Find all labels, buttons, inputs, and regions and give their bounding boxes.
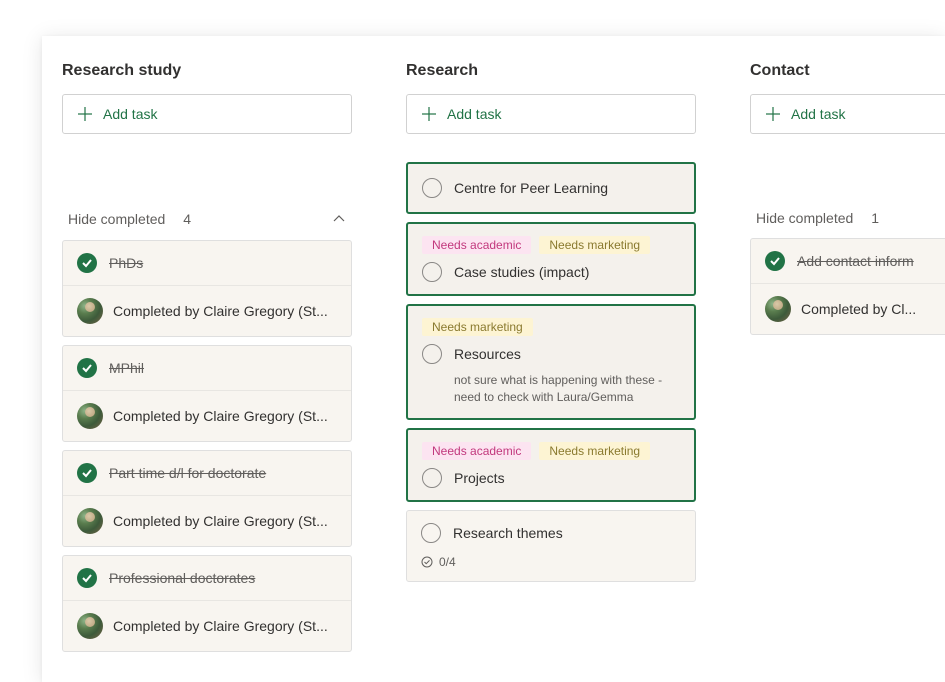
task-title: Centre for Peer Learning xyxy=(454,180,608,196)
completed-by-text: Completed by Claire Gregory (St... xyxy=(113,618,328,634)
checkmark-done-icon[interactable] xyxy=(77,253,97,273)
task-card[interactable]: Research themes 0/4 xyxy=(406,510,696,582)
checkmark-done-icon[interactable] xyxy=(765,251,785,271)
checklist-count: 0/4 xyxy=(439,555,456,569)
plus-icon xyxy=(765,106,781,122)
task-notes: not sure what is happening with these - … xyxy=(422,372,680,406)
column-research-study: Research study Add task Hide completed 4 xyxy=(42,36,386,682)
hide-completed-count: 4 xyxy=(183,211,191,227)
avatar xyxy=(77,613,103,639)
task-card[interactable]: Needs academic Needs marketing Projects xyxy=(406,428,696,502)
checkmark-done-icon[interactable] xyxy=(77,358,97,378)
task-title: Case studies (impact) xyxy=(454,264,589,280)
completed-by-text: Completed by Claire Gregory (St... xyxy=(113,408,328,424)
task-title: Professional doctorates xyxy=(109,570,255,586)
task-card[interactable]: Add contact inform Completed by Cl... xyxy=(750,238,945,335)
hide-completed-count: 1 xyxy=(871,210,879,226)
column-title[interactable]: Research study xyxy=(62,56,366,94)
label-tag[interactable]: Needs marketing xyxy=(539,236,650,254)
task-title: Projects xyxy=(454,470,505,486)
chevron-up-icon xyxy=(330,210,348,228)
hide-completed-label: Hide completed xyxy=(756,210,853,226)
add-task-label: Add task xyxy=(447,106,501,122)
checkmark-done-icon[interactable] xyxy=(77,463,97,483)
avatar xyxy=(77,403,103,429)
task-card[interactable]: Professional doctorates Completed by Cla… xyxy=(62,555,352,652)
completed-by-text: Completed by Claire Gregory (St... xyxy=(113,513,328,529)
completed-by-text: Completed by Cl... xyxy=(801,301,916,317)
column-title[interactable]: Contact xyxy=(750,56,945,94)
column-title[interactable]: Research xyxy=(406,56,710,94)
checkbox-empty-icon[interactable] xyxy=(422,344,442,364)
add-task-button[interactable]: Add task xyxy=(406,94,696,134)
checkbox-empty-icon[interactable] xyxy=(421,523,441,543)
avatar xyxy=(77,508,103,534)
plus-icon xyxy=(421,106,437,122)
task-card[interactable]: Centre for Peer Learning xyxy=(406,162,696,214)
task-title: PhDs xyxy=(109,255,143,271)
task-title: Resources xyxy=(454,346,521,362)
task-card[interactable]: PhDs Completed by Claire Gregory (St... xyxy=(62,240,352,337)
checklist-progress: 0/4 xyxy=(407,555,695,581)
label-tag[interactable]: Needs marketing xyxy=(422,318,533,336)
column-contact: Contact Add task Hide completed 1 xyxy=(730,36,945,682)
completed-by-text: Completed by Claire Gregory (St... xyxy=(113,303,328,319)
task-card[interactable]: Part time d/l for doctorate Completed by… xyxy=(62,450,352,547)
hide-completed-label: Hide completed xyxy=(68,211,165,227)
label-tag[interactable]: Needs academic xyxy=(422,236,531,254)
checkbox-empty-icon[interactable] xyxy=(422,468,442,488)
add-task-button[interactable]: Add task xyxy=(62,94,352,134)
task-title: Part time d/l for doctorate xyxy=(109,465,266,481)
add-task-label: Add task xyxy=(791,106,845,122)
task-title: Add contact inform xyxy=(797,253,914,269)
task-title: Research themes xyxy=(453,525,563,541)
label-tag[interactable]: Needs academic xyxy=(422,442,531,460)
task-title: MPhil xyxy=(109,360,144,376)
avatar xyxy=(765,296,791,322)
task-card[interactable]: Needs academic Needs marketing Case stud… xyxy=(406,222,696,296)
plus-icon xyxy=(77,106,93,122)
hide-completed-toggle[interactable]: Hide completed 4 xyxy=(62,184,352,240)
planner-board: Research study Add task Hide completed 4 xyxy=(42,36,945,682)
label-tag[interactable]: Needs marketing xyxy=(539,442,650,460)
task-card[interactable]: Needs marketing Resources not sure what … xyxy=(406,304,696,420)
add-task-label: Add task xyxy=(103,106,157,122)
avatar xyxy=(77,298,103,324)
add-task-button[interactable]: Add task xyxy=(750,94,945,134)
task-card[interactable]: MPhil Completed by Claire Gregory (St... xyxy=(62,345,352,442)
checkbox-empty-icon[interactable] xyxy=(422,262,442,282)
checkbox-empty-icon[interactable] xyxy=(422,178,442,198)
column-research: Research Add task Centre for Peer Learni… xyxy=(386,36,730,682)
hide-completed-toggle[interactable]: Hide completed 1 xyxy=(750,184,945,238)
checkmark-done-icon[interactable] xyxy=(77,568,97,588)
